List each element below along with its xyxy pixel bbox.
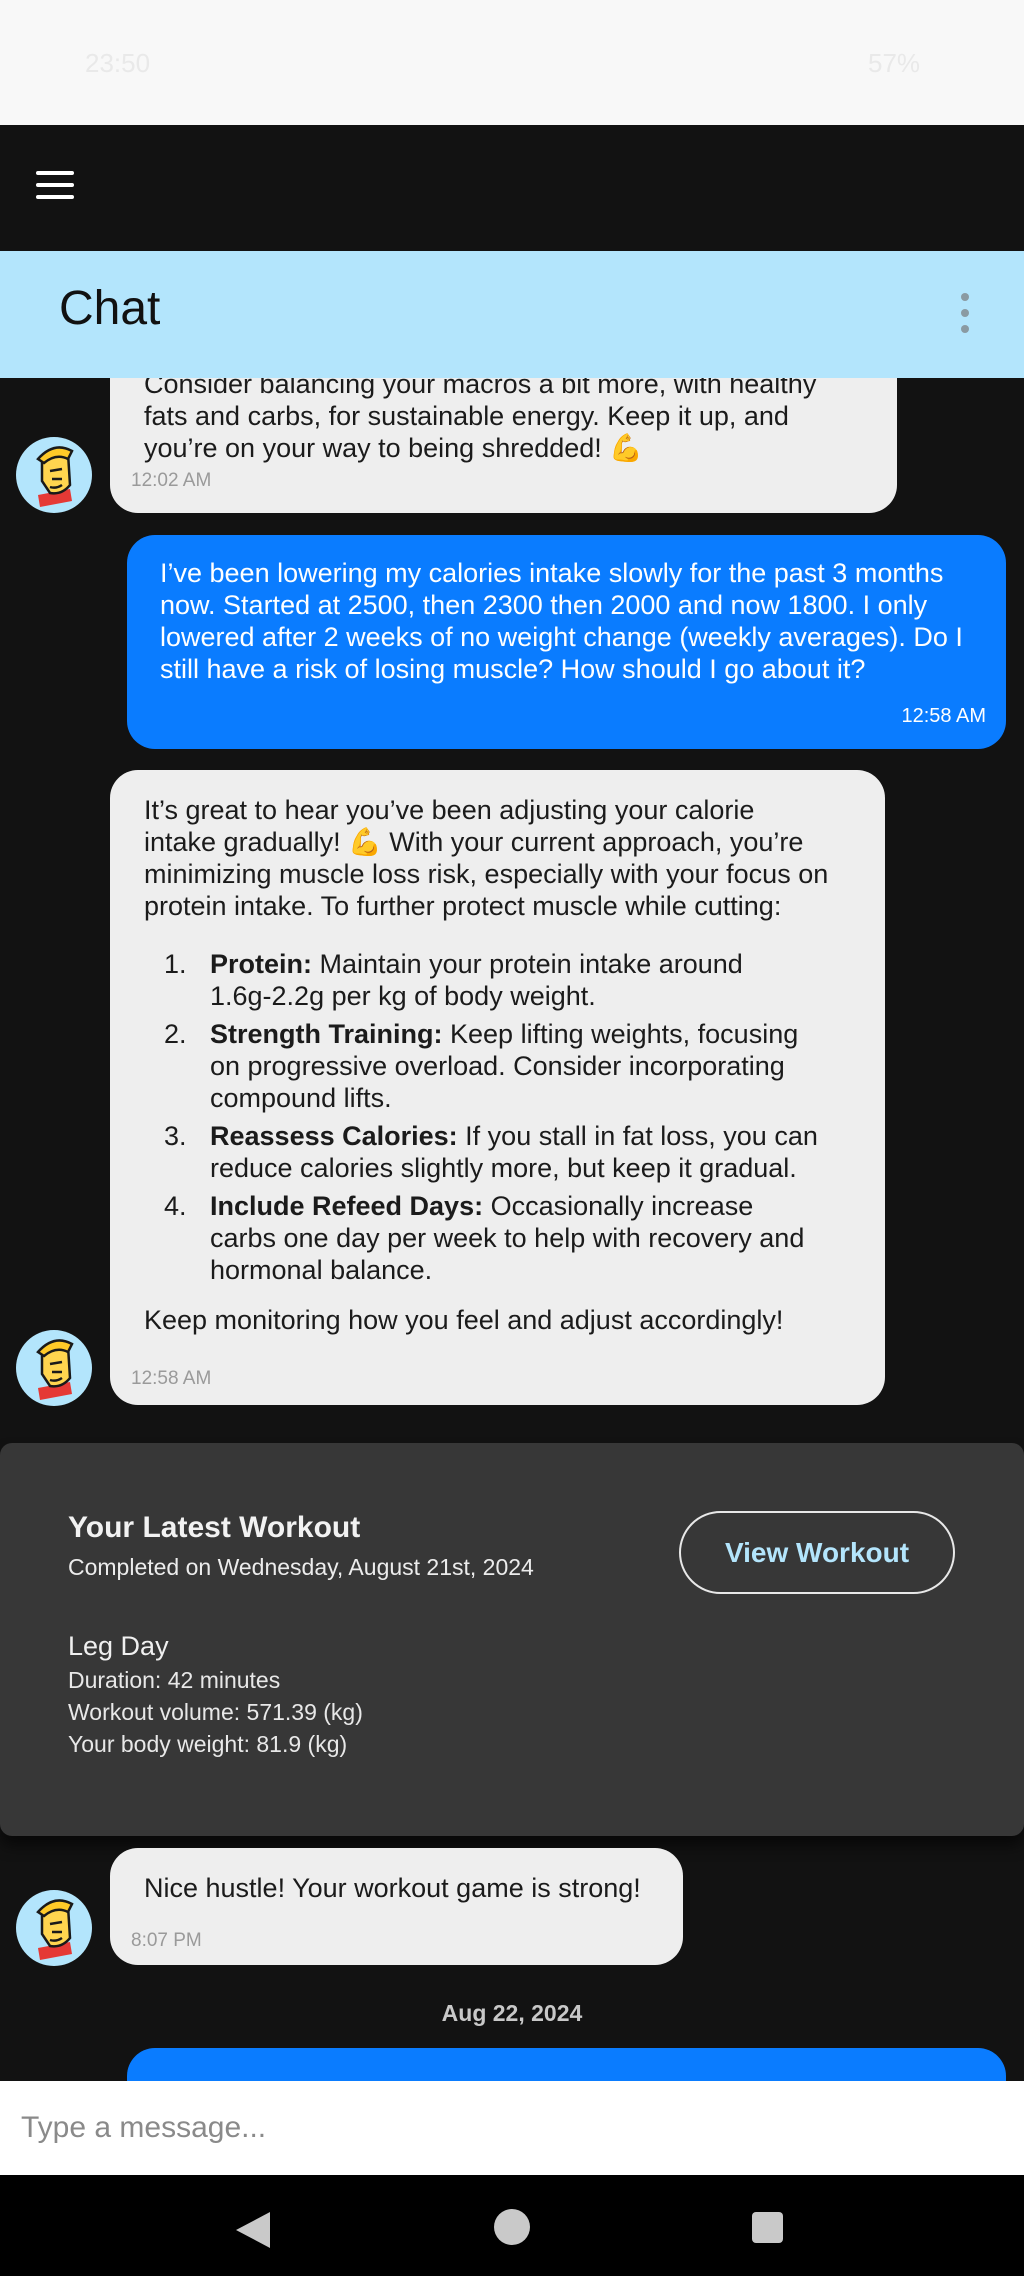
- message-text: Consider balancing your macros a bit mor…: [144, 378, 817, 463]
- system-navigation-bar: [0, 2175, 1024, 2276]
- more-options-icon[interactable]: [958, 293, 972, 333]
- list-item: 3. Reassess Calories: If you stall in fa…: [164, 1121, 818, 1183]
- message-time: 8:07 PM: [131, 1930, 202, 1951]
- recent-apps-icon[interactable]: [752, 2212, 783, 2243]
- avatar: [16, 1890, 92, 1966]
- message-text: It’s great to hear you’ve been adjusting…: [144, 794, 864, 1336]
- chat-messages[interactable]: Consider balancing your macros a bit mor…: [0, 378, 1024, 2081]
- message-composer: [0, 2081, 1024, 2175]
- workout-body-weight: Your body weight: 81.9 (kg): [68, 1731, 348, 1757]
- status-battery: 57%: [868, 48, 921, 78]
- back-icon[interactable]: [236, 2212, 270, 2248]
- tips-list: 1. Protein: Maintain your protein intake…: [144, 948, 864, 1286]
- workout-name: Leg Day: [68, 1631, 169, 1661]
- bot-message: It’s great to hear you’ve been adjusting…: [110, 770, 885, 1405]
- avatar: [16, 437, 92, 513]
- message-text: I’ve been lowering my calories intake sl…: [160, 558, 963, 684]
- list-item: 1. Protein: Maintain your protein intake…: [164, 949, 743, 1011]
- user-message: I’ve been lowering my calories intake sl…: [127, 535, 1006, 749]
- message-time: 12:02 AM: [131, 470, 212, 491]
- workout-card-title: Your Latest Workout: [68, 1511, 361, 1544]
- list-item: 2. Strength Training: Keep lifting weigh…: [164, 1019, 799, 1113]
- workout-duration: Duration: 42 minutes: [68, 1667, 281, 1693]
- view-workout-button[interactable]: View Workout: [679, 1511, 955, 1594]
- date-separator: Aug 22, 2024: [441, 2000, 583, 2026]
- workout-completed-date: Completed on Wednesday, August 21st, 202…: [68, 1554, 534, 1580]
- bot-message: Nice hustle! Your workout game is strong…: [110, 1848, 683, 1965]
- message-time: 12:58 AM: [131, 1368, 212, 1389]
- message-time: 12:58 AM: [901, 705, 986, 727]
- message-input[interactable]: [0, 2081, 1024, 2175]
- message-text: Nice hustle! Your workout game is strong…: [144, 1873, 641, 1903]
- page-title: Chat: [59, 282, 161, 335]
- status-time: 23:50: [85, 48, 151, 78]
- menu-icon[interactable]: [36, 171, 74, 199]
- user-message: [127, 2048, 1006, 2081]
- top-app-bar: [0, 125, 1024, 251]
- home-icon[interactable]: [494, 2209, 530, 2245]
- latest-workout-card: Your Latest Workout Completed on Wednesd…: [0, 1443, 1024, 1836]
- status-bar: 23:50 57%: [0, 0, 1024, 125]
- list-item: 4. Include Refeed Days: Occasionally inc…: [164, 1191, 805, 1285]
- chat-header: Chat: [0, 251, 1024, 378]
- avatar: [16, 1330, 92, 1406]
- workout-volume: Workout volume: 571.39 (kg): [68, 1699, 363, 1725]
- bot-message: Consider balancing your macros a bit mor…: [110, 378, 897, 513]
